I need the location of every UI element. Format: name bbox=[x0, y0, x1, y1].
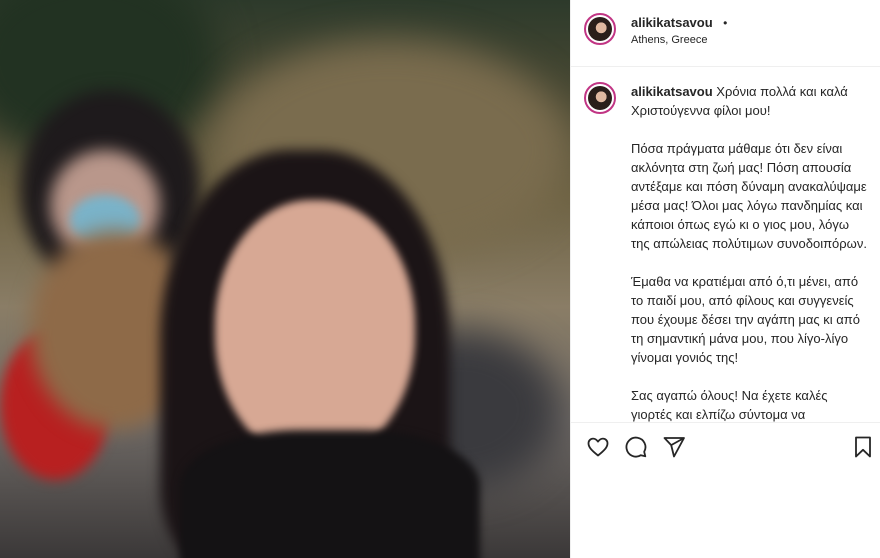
post-sidebar: alikikatsavou • Athens, Greece alikikats… bbox=[570, 0, 880, 558]
post-photo bbox=[0, 0, 570, 558]
avatar[interactable] bbox=[584, 13, 616, 45]
caption-paragraph: Έμαθα να κρατιέμαι από ό,τι μένει, από τ… bbox=[631, 274, 861, 365]
post-username[interactable]: alikikatsavou bbox=[631, 15, 713, 30]
comment-icon[interactable] bbox=[624, 435, 648, 459]
caption-avatar[interactable] bbox=[584, 82, 616, 114]
bookmark-icon[interactable] bbox=[851, 435, 875, 459]
action-bar bbox=[571, 422, 880, 468]
post-header: alikikatsavou • Athens, Greece bbox=[571, 0, 880, 67]
caption-username[interactable]: alikikatsavou bbox=[631, 84, 713, 99]
caption-text: alikikatsavou Χρόνια πολλά και καλά Χρισ… bbox=[631, 82, 869, 422]
post-location[interactable]: Athens, Greece bbox=[631, 34, 707, 46]
caption-area: alikikatsavou Χρόνια πολλά και καλά Χρισ… bbox=[571, 66, 880, 422]
heart-icon[interactable] bbox=[586, 435, 610, 459]
photo-woman-face bbox=[215, 200, 415, 460]
caption-paragraph: Πόσα πράγματα μάθαμε ότι δεν είναι ακλόν… bbox=[631, 141, 867, 251]
header-user-row: alikikatsavou • bbox=[631, 14, 727, 32]
caption-paragraph: Σας αγαπώ όλους! Να έχετε καλές γιορτές … bbox=[631, 388, 828, 422]
share-icon[interactable] bbox=[662, 435, 686, 459]
separator-dot: • bbox=[723, 16, 728, 30]
photo-woman-coat bbox=[180, 430, 480, 558]
